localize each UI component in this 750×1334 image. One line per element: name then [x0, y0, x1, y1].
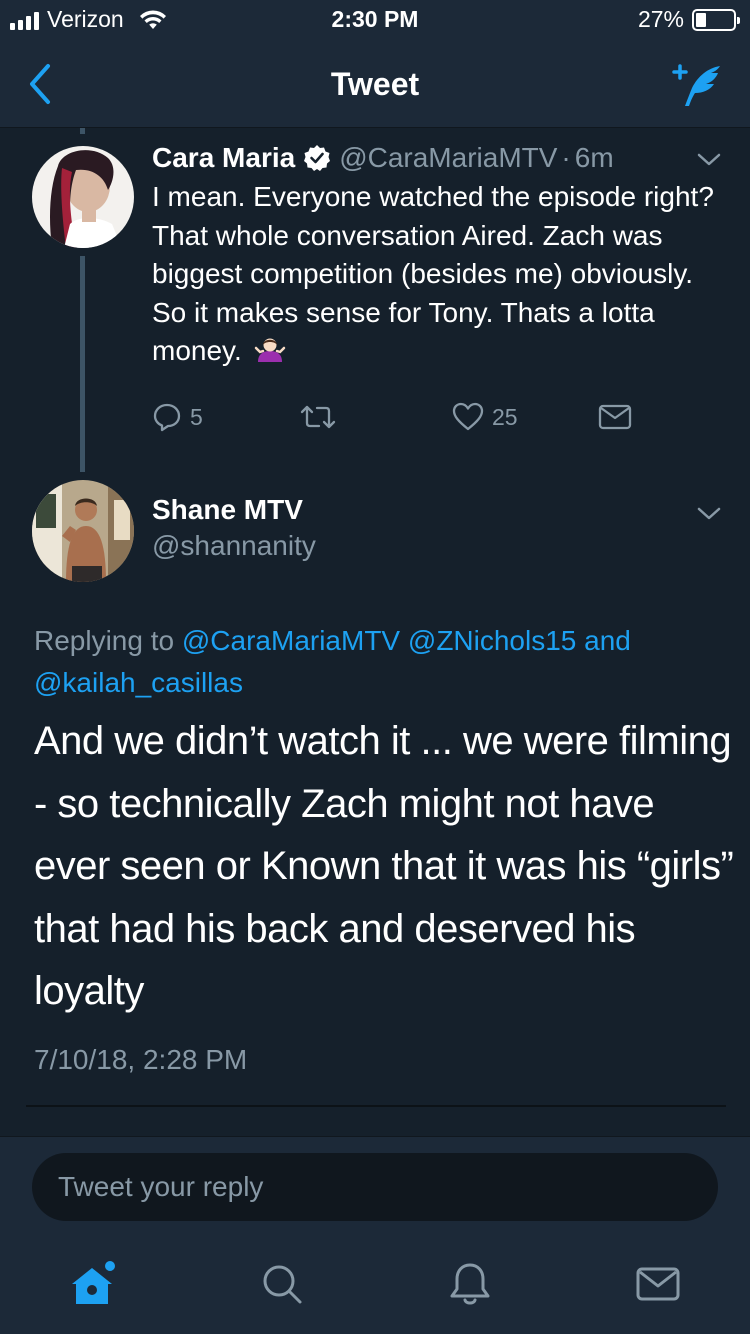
status-bar: Verizon 2:30 PM 27% [0, 0, 750, 40]
reply-bar [0, 1136, 750, 1236]
person-shrugging-emoji [254, 338, 285, 362]
avatar-shane-mtv[interactable] [32, 480, 134, 582]
parent-tweet-text: I mean. Everyone watched the episode rig… [152, 178, 722, 371]
tab-notifications[interactable] [446, 1260, 494, 1308]
messages-icon [636, 1267, 680, 1301]
mention-and-link[interactable]: and [584, 625, 631, 656]
search-icon [263, 1265, 302, 1304]
retweet-icon [300, 405, 336, 429]
parent-tweet-text-content: I mean. Everyone watched the episode rig… [152, 181, 714, 366]
battery-icon [692, 8, 740, 31]
notifications-icon [450, 1263, 490, 1305]
mention-link[interactable]: @CaraMariaMTV [182, 625, 400, 656]
envelope-icon [598, 404, 632, 430]
reply-button[interactable]: 5 [152, 402, 203, 432]
retweet-button[interactable] [300, 402, 344, 432]
tab-bar [0, 1236, 750, 1334]
page-title: Tweet [330, 66, 420, 102]
thread-connector-top [80, 128, 85, 134]
parent-tweet-actions: 5 25 [152, 402, 642, 438]
nav-bar: Tweet [0, 40, 750, 128]
author-handle[interactable]: @CaraMariaMTV [339, 142, 557, 174]
battery-level [696, 12, 706, 27]
author-handle[interactable]: @shannanity [152, 530, 316, 562]
chevron-down-icon[interactable] [696, 506, 722, 522]
mention-link[interactable]: @kailah_casillas [34, 667, 243, 698]
battery-percent: 27% [637, 6, 684, 32]
mention-link[interactable]: @ZNichols15 [408, 625, 576, 656]
chevron-down-icon[interactable] [696, 152, 722, 168]
tweet-age: 6m [574, 142, 614, 173]
avatar-cara-maria[interactable] [32, 146, 134, 248]
home-icon [72, 1261, 115, 1304]
compose-tweet-icon[interactable] [670, 60, 726, 110]
parent-tweet-header: Cara Maria @CaraMariaMTV · 6m [152, 142, 614, 174]
replying-to-line: Replying to @CaraMariaMTV @ZNichols15 an… [34, 620, 724, 704]
author-name[interactable]: Shane MTV [152, 494, 303, 526]
tab-messages[interactable] [634, 1260, 682, 1308]
tab-search[interactable] [258, 1260, 306, 1308]
reply-icon [153, 403, 181, 432]
thread-connector [80, 256, 85, 472]
verified-badge-icon [304, 145, 331, 171]
like-count: 25 [492, 403, 518, 430]
like-button[interactable]: 25 [452, 402, 518, 432]
tab-home[interactable] [68, 1260, 116, 1308]
divider [26, 1105, 726, 1107]
meta-separator: · [561, 142, 571, 173]
tweet-timestamp: 7/10/18, 2:28 PM [34, 1044, 248, 1075]
main-tweet-text: And we didn’t watch it ... we were filmi… [34, 719, 734, 1013]
heart-icon [452, 402, 484, 431]
author-name[interactable]: Cara Maria [152, 142, 295, 174]
direct-message-button[interactable] [598, 402, 632, 432]
reply-count: 5 [190, 403, 203, 430]
status-right: 27% [637, 6, 740, 33]
replying-prefix: Replying to [34, 625, 175, 656]
reply-input[interactable] [32, 1153, 718, 1221]
